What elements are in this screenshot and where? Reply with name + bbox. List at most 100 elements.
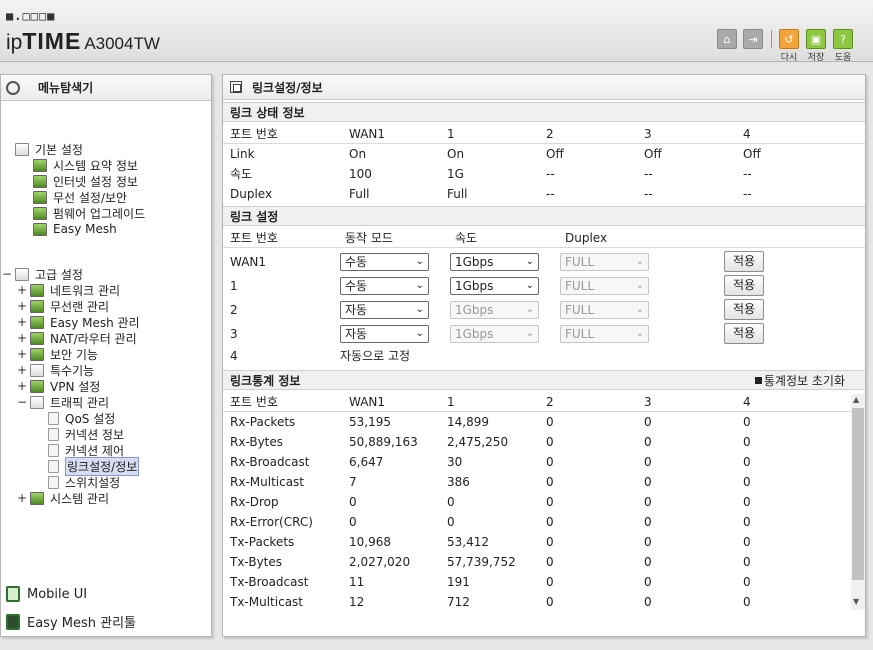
tree-basic-settings[interactable]: 기본 설정 bbox=[15, 141, 83, 157]
speed-select[interactable]: 1Gbps ⌄ bbox=[450, 277, 539, 295]
wifi-icon bbox=[33, 190, 47, 204]
apply-button[interactable]: 적용 bbox=[724, 251, 764, 272]
collapse-icon[interactable]: − bbox=[17, 395, 27, 409]
tree-item-firmware[interactable]: 펌웨어 업그레이드 bbox=[33, 205, 145, 221]
cell-value: 11 bbox=[349, 575, 365, 589]
tree-item-network[interactable]: + 네트워크 관리 bbox=[17, 282, 120, 298]
column-header: WAN1 bbox=[349, 395, 386, 409]
scroll-down-icon[interactable]: ▼ bbox=[853, 597, 859, 606]
speed-select[interactable]: 1Gbps ⌄ bbox=[450, 301, 539, 319]
tree-item-wireless[interactable]: 무선 설정/보안 bbox=[33, 189, 127, 205]
cell-value: 0 bbox=[644, 475, 652, 489]
tree-item-qos[interactable]: QoS 설정 bbox=[48, 410, 115, 426]
stats-scrollbar[interactable]: ▲ ▼ bbox=[851, 394, 865, 610]
mode-select[interactable]: 자동 ⌄ bbox=[340, 301, 429, 319]
tree-item-internet-info[interactable]: 인터넷 설정 정보 bbox=[33, 173, 138, 189]
tree-label: 펌웨어 업그레이드 bbox=[53, 206, 146, 221]
chevron-down-icon: ⌄ bbox=[415, 328, 424, 339]
column-header: 3 bbox=[644, 127, 652, 141]
duplex-select[interactable]: FULL ⌄ bbox=[560, 325, 649, 343]
tree-item-connection-info[interactable]: 커넥션 정보 bbox=[48, 426, 124, 442]
tree-item-traffic[interactable]: − 트래픽 관리 bbox=[17, 394, 109, 410]
expand-icon[interactable]: + bbox=[17, 299, 27, 313]
cell-value: 0 bbox=[546, 415, 554, 429]
tree-item-link-settings[interactable]: 링크설정/정보 bbox=[48, 456, 140, 476]
mesh-icon bbox=[33, 222, 47, 236]
panel-header: 링크설정/정보 bbox=[223, 75, 865, 100]
cell-value: 0 bbox=[743, 515, 751, 529]
tree-item-vpn[interactable]: + VPN 설정 bbox=[17, 378, 100, 394]
expand-icon[interactable]: + bbox=[17, 491, 27, 505]
tree-label: 트래픽 관리 bbox=[50, 395, 110, 410]
cell-value: 0 bbox=[349, 495, 357, 509]
cell-value: On bbox=[447, 147, 465, 161]
mode-select[interactable]: 수동 ⌄ bbox=[340, 277, 429, 295]
collapse-icon[interactable]: − bbox=[2, 267, 12, 281]
duplex-select[interactable]: FULL ⌄ bbox=[560, 301, 649, 319]
home-icon[interactable]: ⌂ bbox=[717, 29, 737, 49]
tree-item-switch-settings[interactable]: 스위치설정 bbox=[48, 474, 120, 490]
tree-item-nat[interactable]: + NAT/라우터 관리 bbox=[17, 330, 137, 346]
apply-button[interactable]: 적용 bbox=[724, 275, 764, 296]
tree-label: Easy Mesh 관리 bbox=[50, 315, 140, 330]
logout-icon[interactable]: ⇥ bbox=[743, 29, 763, 49]
apply-button[interactable]: 적용 bbox=[724, 299, 764, 320]
tree-item-system-summary[interactable]: 시스템 요약 정보 bbox=[33, 157, 138, 173]
reload-icon[interactable]: ↺ bbox=[779, 29, 799, 49]
expand-icon[interactable]: + bbox=[17, 331, 27, 345]
duplex-select[interactable]: FULL ⌄ bbox=[560, 277, 649, 295]
easymesh-tool-link[interactable]: Easy Mesh 관리툴 bbox=[6, 612, 136, 631]
tree-advanced-settings[interactable]: − 고급 설정 bbox=[2, 266, 83, 282]
cell-value: 0 bbox=[743, 535, 751, 549]
row-label: 속도 bbox=[230, 167, 253, 181]
cell-value: 10,968 bbox=[349, 535, 391, 549]
speed-select[interactable]: 1Gbps ⌄ bbox=[450, 325, 539, 343]
port-number: 2 bbox=[230, 303, 238, 317]
tree-item-wlan[interactable]: + 무선랜 관리 bbox=[17, 298, 109, 314]
mobile-ui-label: Mobile UI bbox=[27, 586, 88, 602]
expand-icon[interactable]: + bbox=[17, 347, 27, 361]
cell-value: 2,475,250 bbox=[447, 435, 509, 449]
document-icon bbox=[48, 427, 59, 441]
tree-label: NAT/라우터 관리 bbox=[50, 331, 137, 346]
tree-item-easymesh[interactable]: Easy Mesh bbox=[33, 221, 117, 237]
tree-item-system-admin[interactable]: + 시스템 관리 bbox=[17, 490, 109, 506]
main-panel: 링크설정/정보 링크 상태 정보 포트 번호 WAN1 1 2 3 4 Link… bbox=[222, 74, 866, 637]
row-label: Rx-Error(CRC) bbox=[230, 515, 313, 529]
expand-icon[interactable]: + bbox=[17, 379, 27, 393]
column-header: 속도 bbox=[455, 231, 478, 245]
cell-value: 0 bbox=[644, 535, 652, 549]
port-number: 3 bbox=[230, 327, 238, 341]
mode-select[interactable]: 자동 ⌄ bbox=[340, 325, 429, 343]
tree-item-security[interactable]: + 보안 기능 bbox=[17, 346, 98, 362]
tree-label: 스위치설정 bbox=[65, 475, 121, 490]
status-row: Link On On Off Off Off bbox=[223, 144, 865, 164]
tree-item-easymesh-admin[interactable]: + Easy Mesh 관리 bbox=[17, 314, 140, 330]
config-row: 2 자동 ⌄ 1Gbps ⌄ FULL ⌄ 적용 bbox=[223, 298, 865, 322]
tree-item-special[interactable]: + 특수기능 bbox=[17, 362, 94, 378]
save-icon[interactable]: ▣ bbox=[806, 29, 826, 49]
reset-stats-button[interactable]: 통계정보 초기화 bbox=[754, 372, 845, 389]
tree-label: 고급 설정 bbox=[35, 267, 83, 282]
scroll-up-icon[interactable]: ▲ bbox=[853, 395, 859, 404]
mode-select[interactable]: 수동 ⌄ bbox=[340, 253, 429, 271]
mobile-icon bbox=[6, 586, 20, 602]
expand-icon[interactable]: + bbox=[17, 315, 27, 329]
column-header: 1 bbox=[447, 127, 455, 141]
mobile-ui-link[interactable]: Mobile UI bbox=[6, 586, 87, 602]
cell-value: 0 bbox=[546, 535, 554, 549]
scroll-thumb[interactable] bbox=[852, 408, 864, 580]
expand-icon[interactable]: + bbox=[17, 363, 27, 377]
link-config-heading: 링크 설정 bbox=[223, 206, 865, 226]
chevron-down-icon: ⌄ bbox=[635, 328, 644, 339]
speed-select[interactable]: 1Gbps ⌄ bbox=[450, 253, 539, 271]
expand-icon[interactable]: + bbox=[17, 283, 27, 297]
duplex-select[interactable]: FULL ⌄ bbox=[560, 253, 649, 271]
help-icon[interactable]: ? bbox=[833, 29, 853, 49]
menu-explorer-label: 메뉴탐색기 bbox=[38, 81, 94, 95]
cell-value: -- bbox=[644, 167, 653, 181]
tree-label: 시스템 관리 bbox=[50, 491, 110, 506]
cell-value: 7 bbox=[349, 475, 357, 489]
apply-button[interactable]: 적용 bbox=[724, 323, 764, 344]
window-icon bbox=[230, 81, 242, 93]
